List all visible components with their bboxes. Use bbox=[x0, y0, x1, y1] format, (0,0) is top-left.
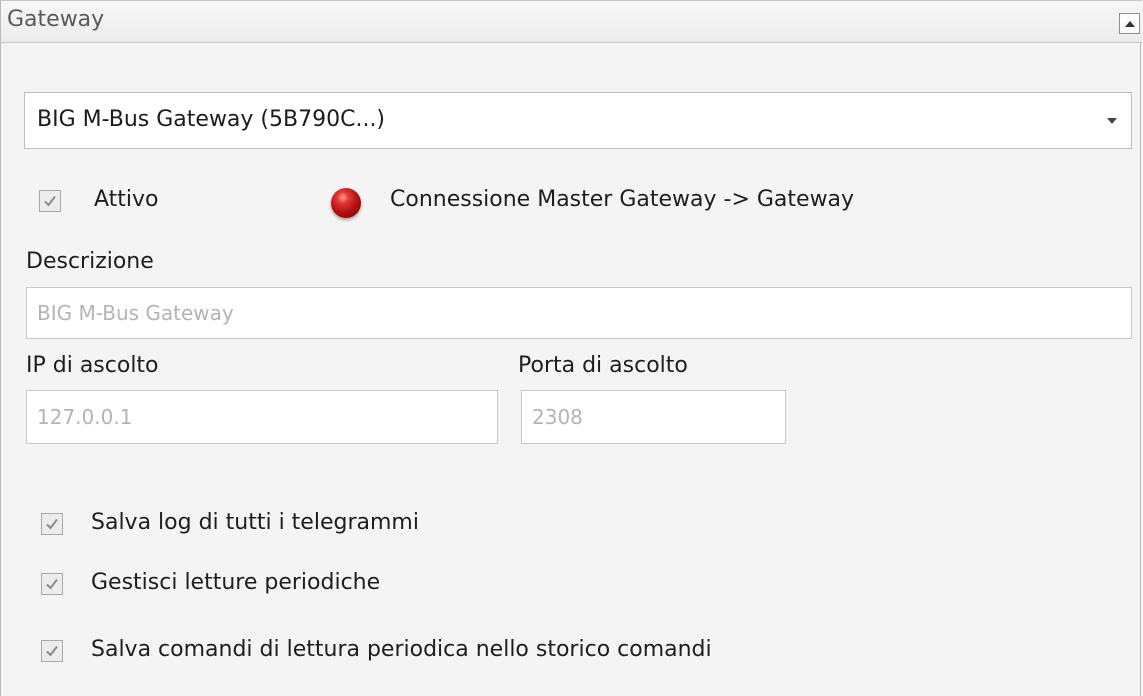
gateway-panel: Gateway BIG M-Bus Gateway (5B790C...) At… bbox=[0, 0, 1142, 696]
checkmark-icon bbox=[46, 578, 58, 590]
letture-periodiche-label: Gestisci letture periodiche bbox=[91, 570, 381, 595]
chevron-up-icon bbox=[1124, 20, 1135, 27]
checkmark-icon bbox=[46, 518, 58, 530]
dropdown-arrow-icon[interactable] bbox=[1107, 118, 1117, 124]
panel-title: Gateway bbox=[7, 7, 105, 32]
porta-label: Porta di ascolto bbox=[518, 353, 688, 378]
attivo-label: Attivo bbox=[94, 187, 159, 212]
ip-field[interactable] bbox=[26, 390, 498, 444]
porta-input[interactable] bbox=[522, 391, 785, 443]
salva-log-checkbox[interactable] bbox=[41, 513, 63, 535]
panel-header: Gateway bbox=[1, 0, 1142, 43]
salva-log-label: Salva log di tutti i telegrammi bbox=[91, 510, 419, 535]
salva-comandi-checkbox[interactable] bbox=[41, 640, 63, 662]
porta-field[interactable] bbox=[521, 390, 786, 444]
salva-comandi-label: Salva comandi di lettura periodica nello… bbox=[91, 637, 712, 662]
descrizione-label: Descrizione bbox=[26, 249, 154, 274]
attivo-checkbox[interactable] bbox=[39, 190, 61, 212]
connection-status-label: Connessione Master Gateway -> Gateway bbox=[390, 187, 855, 212]
collapse-button[interactable] bbox=[1119, 13, 1140, 34]
ip-input[interactable] bbox=[27, 391, 497, 443]
gateway-select[interactable]: BIG M-Bus Gateway (5B790C...) bbox=[24, 92, 1132, 149]
ip-label: IP di ascolto bbox=[26, 353, 159, 378]
gateway-select-value: BIG M-Bus Gateway (5B790C...) bbox=[37, 107, 386, 132]
descrizione-input[interactable] bbox=[27, 288, 1131, 338]
descrizione-field[interactable] bbox=[26, 287, 1132, 339]
checkmark-icon bbox=[44, 195, 56, 207]
checkmark-icon bbox=[46, 645, 58, 657]
connection-status-led-icon bbox=[331, 188, 361, 218]
letture-periodiche-checkbox[interactable] bbox=[41, 573, 63, 595]
